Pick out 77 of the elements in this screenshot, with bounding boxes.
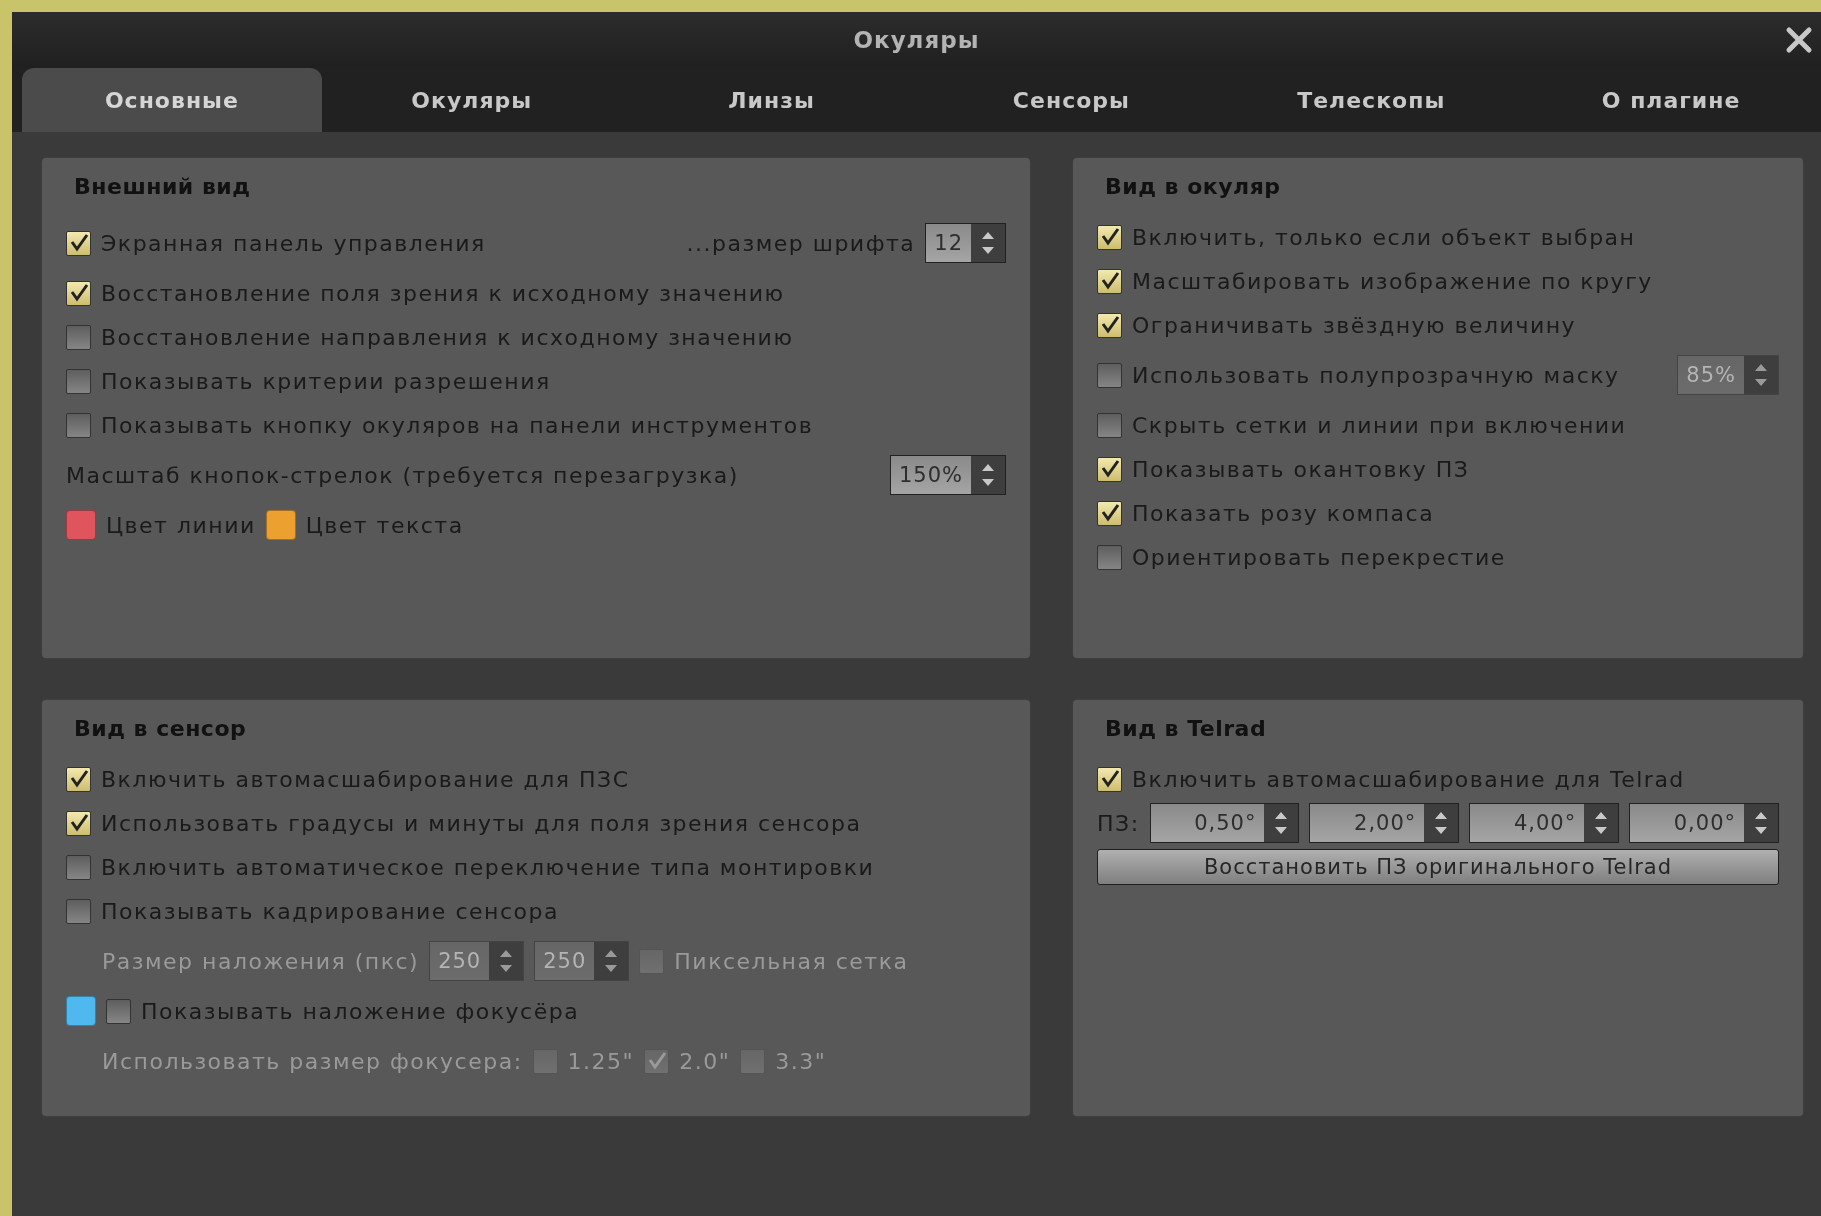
close-icon[interactable] [1785,26,1813,54]
spin-arrows-icon[interactable] [1424,804,1459,842]
window-title: Окуляры [853,27,980,53]
checkbox[interactable] [1097,500,1122,526]
checkbox-label: Показывать кадрирование сенсора [101,898,559,924]
checkbox-label: Скрыть сетки и линии при включении [1132,412,1627,438]
checkbox-label: Ограничивать звёздную величину [1132,312,1577,338]
checkbox-label: 3.3" [775,1048,827,1074]
checkbox-label: 2.0" [679,1048,731,1074]
label: Цвет текста [305,512,464,538]
tab[interactable]: Основные [22,68,322,132]
checkbox-label: Восстановление поля зрения к исходному значению [101,280,785,306]
checkbox-label: Использовать градусы и минуты для поля зрения сенсора [101,810,862,836]
checkbox[interactable] [1097,268,1122,294]
checkbox[interactable] [1097,456,1122,482]
color-swatch[interactable] [265,510,296,540]
color-swatch[interactable] [66,996,96,1026]
tab[interactable]: Линзы [621,68,922,132]
checkbox[interactable] [66,810,91,836]
checkbox[interactable] [1097,544,1122,570]
checkbox-label: Показать розу компаса [1132,500,1435,526]
checkbox[interactable] [1097,412,1122,438]
color-swatch[interactable] [66,510,96,540]
checkbox[interactable] [66,412,91,438]
checkbox-label: Включить автомасшабирование для Telrad [1132,766,1685,792]
panel-title: Вид в Telrad [1104,715,1268,743]
checkbox-label: Включить автомасшабирование для ПЗС [101,766,630,792]
spin-box[interactable]: 2,00° [1309,803,1460,843]
reset-button[interactable]: Восстановить ПЗ оригинального Telrad [1097,849,1779,885]
checkbox[interactable] [66,766,91,792]
tab[interactable]: Телескопы [1221,68,1522,132]
spin-box[interactable]: 0,50° [1149,803,1300,843]
checkbox-label: Включить, только если объект выбран [1132,224,1636,250]
spin-arrows-icon[interactable] [1264,804,1299,842]
checkbox-label: Показывать наложение фокусёра [141,998,580,1024]
checkbox[interactable] [1097,312,1122,338]
panel-title: Вид в сенсор [73,715,248,743]
checkbox-label: Пиксельная сетка [674,948,909,974]
checkbox[interactable] [1097,362,1122,388]
checkbox[interactable] [66,324,91,350]
checkbox-label: Восстановление направления к исходному значению [101,324,794,350]
panel-title: Внешний вид [73,173,252,201]
checkbox-label: Показывать окантовку ПЗ [1132,456,1470,482]
checkbox-label: Показывать критерии разрешения [101,368,551,394]
label: ...размер шрифта [686,230,916,256]
checkbox-label: 1.25" [567,1048,635,1074]
spin-box[interactable]: 150% [889,455,1006,495]
spin-arrows-icon[interactable] [971,224,1005,262]
checkbox-label: Экранная панель управления [101,230,486,256]
checkbox-label: Ориентировать перекрестие [1132,544,1506,570]
tab[interactable]: О плагине [1521,68,1821,132]
checkbox-label: Использовать полупрозрачную маску [1132,362,1620,388]
label: Цвет линии [106,512,256,538]
panel-title: Вид в окуляр [1104,173,1282,201]
checkbox-label: Включить автоматическое переключение типа монтировки [101,854,875,880]
checkbox[interactable] [106,998,131,1024]
label: Использовать размер фокусера: [102,1048,523,1074]
label: Размер наложения (пкс) [102,948,420,974]
checkbox[interactable] [66,898,91,924]
checkbox[interactable] [1097,224,1122,250]
spin-box[interactable]: 12 [925,223,1006,263]
checkbox[interactable] [66,230,91,256]
checkbox[interactable] [66,368,91,394]
spin-arrows-icon[interactable] [1744,804,1778,842]
spin-box[interactable]: 0,00° [1629,803,1779,843]
spin-arrows-icon[interactable] [971,456,1005,494]
spin-arrows-icon[interactable] [1584,804,1619,842]
label: Масштаб кнопок-стрелок (требуется перезагрузка) [66,462,739,488]
checkbox-label: Показывать кнопку окуляров на панели инструментов [101,412,814,438]
checkbox[interactable] [66,280,91,306]
checkbox[interactable] [1097,766,1122,792]
spin-box[interactable]: 4,00° [1469,803,1620,843]
checkbox-label: Масштабировать изображение по кругу [1132,268,1653,294]
label: ПЗ: [1097,810,1140,836]
checkbox[interactable] [66,854,91,880]
tab[interactable]: Сенсоры [921,68,1222,132]
tab[interactable]: Окуляры [321,68,622,132]
